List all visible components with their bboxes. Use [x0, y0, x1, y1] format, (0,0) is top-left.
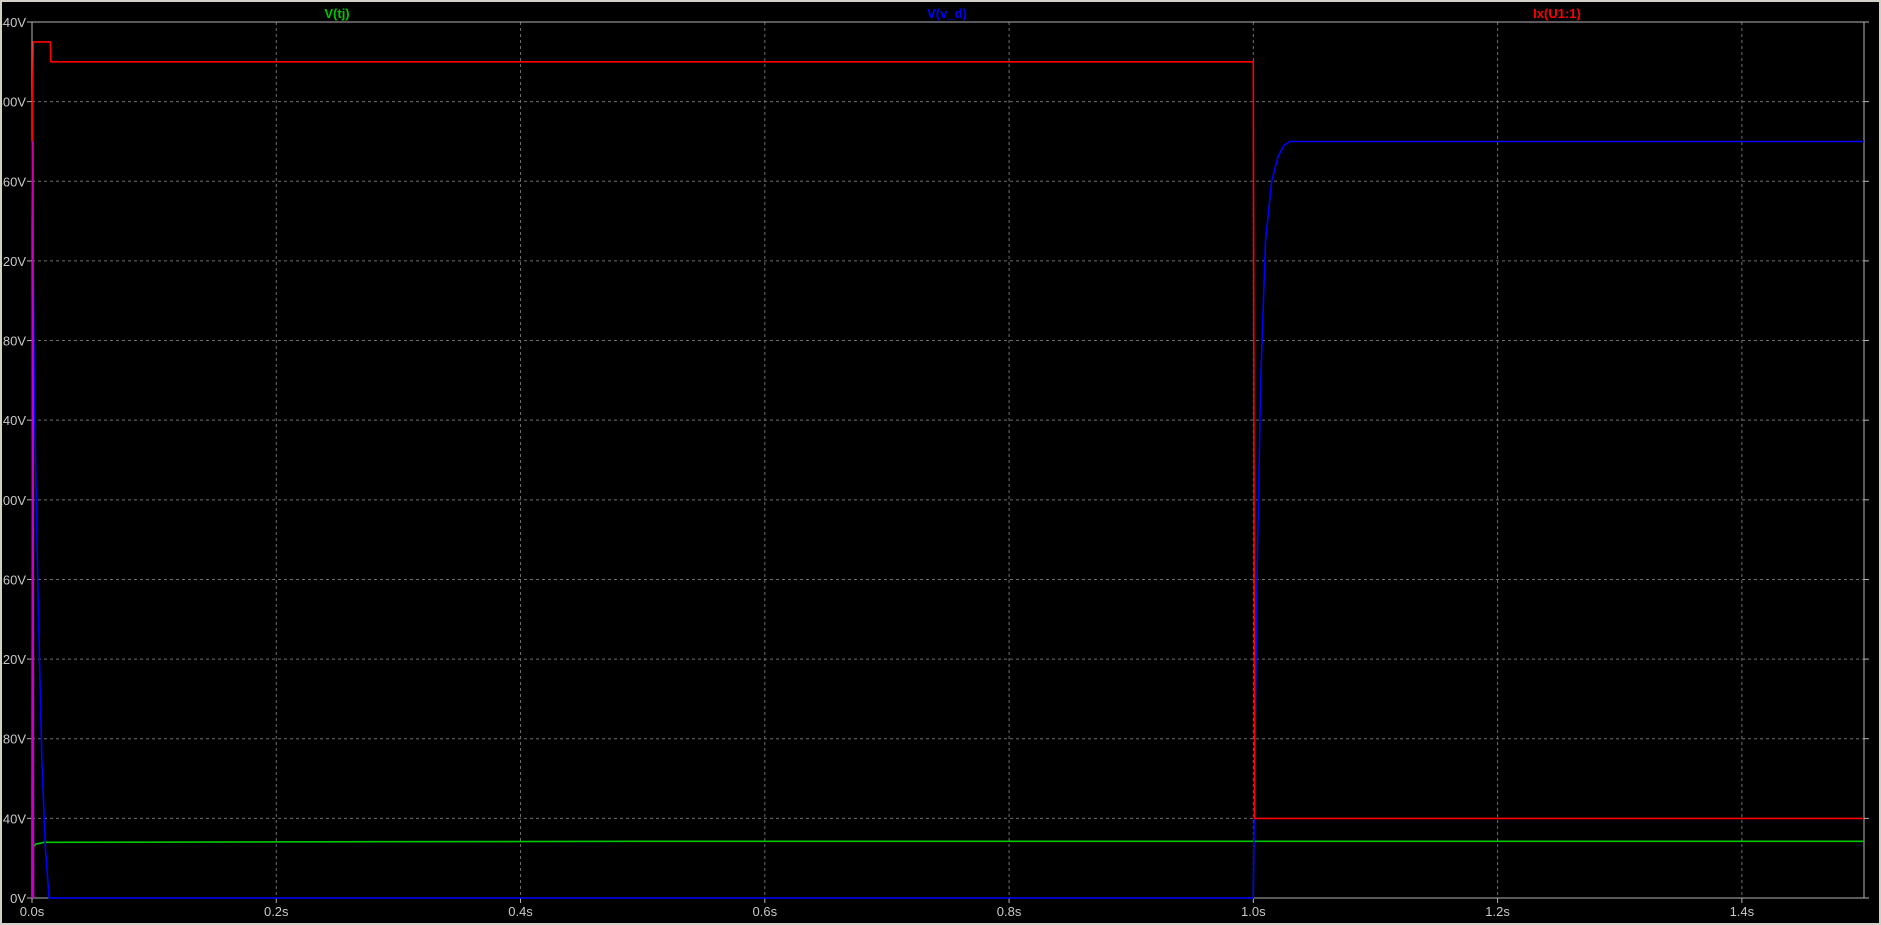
y-tick-label: 320V: [2, 254, 26, 269]
y-tick-label: 440V: [2, 15, 26, 30]
y-tick-label: 0V: [10, 891, 26, 906]
y-tick-label: 160V: [2, 572, 26, 587]
x-tick-label: 1.4s: [1730, 904, 1755, 919]
x-tick-label: 0.8s: [997, 904, 1022, 919]
legend-entry[interactable]: V(tj): [324, 6, 349, 21]
y-tick-label: 80V: [3, 732, 26, 747]
legend-entry[interactable]: V(v_d): [927, 6, 967, 21]
x-tick-label: 1.2s: [1485, 904, 1510, 919]
plot-border: [31, 21, 1865, 899]
y-tick-label: 360V: [2, 174, 26, 189]
axis-ticks: 0.0s 0.2s 0.4s 0.6s 0.8s 1.0s 1.2s 1.4s 0V 40V 80V…: [2, 15, 1869, 919]
x-tick-label: 0.6s: [753, 904, 778, 919]
trace-ix-u1-1: [31, 41, 1864, 899]
grid: [32, 22, 1864, 898]
x-tick-label: 0.0s: [20, 904, 45, 919]
y-tick-label: 400V: [2, 95, 26, 110]
waveform-plot[interactable]: 0.0s 0.2s 0.4s 0.6s 0.8s 1.0s 1.2s 1.4s 0V 40V 80V…: [2, 2, 1879, 923]
legend[interactable]: V(tj) V(v_d) Ix(U1:1): [324, 6, 1580, 21]
y-tick-label: 200V: [2, 493, 26, 508]
trace-v-tj: [31, 840, 1864, 849]
legend-entry[interactable]: Ix(U1:1): [1533, 6, 1581, 21]
y-tick-label: 120V: [2, 652, 26, 667]
plot-window: 0.0s 0.2s 0.4s 0.6s 0.8s 1.0s 1.2s 1.4s 0V 40V 80V…: [0, 0, 1881, 925]
y-tick-label: 40V: [3, 811, 26, 826]
plot-frame: [31, 21, 1865, 899]
y-tick-label: 280V: [2, 334, 26, 349]
y-tick-label: 240V: [2, 413, 26, 428]
x-tick-label: 0.2s: [264, 904, 289, 919]
series-traces: [31, 41, 1864, 899]
x-tick-label: 0.4s: [508, 904, 533, 919]
trace-v-v-d: [31, 140, 1864, 899]
trace-unlabeled: [31, 140, 35, 899]
x-tick-label: 1.0s: [1241, 904, 1266, 919]
